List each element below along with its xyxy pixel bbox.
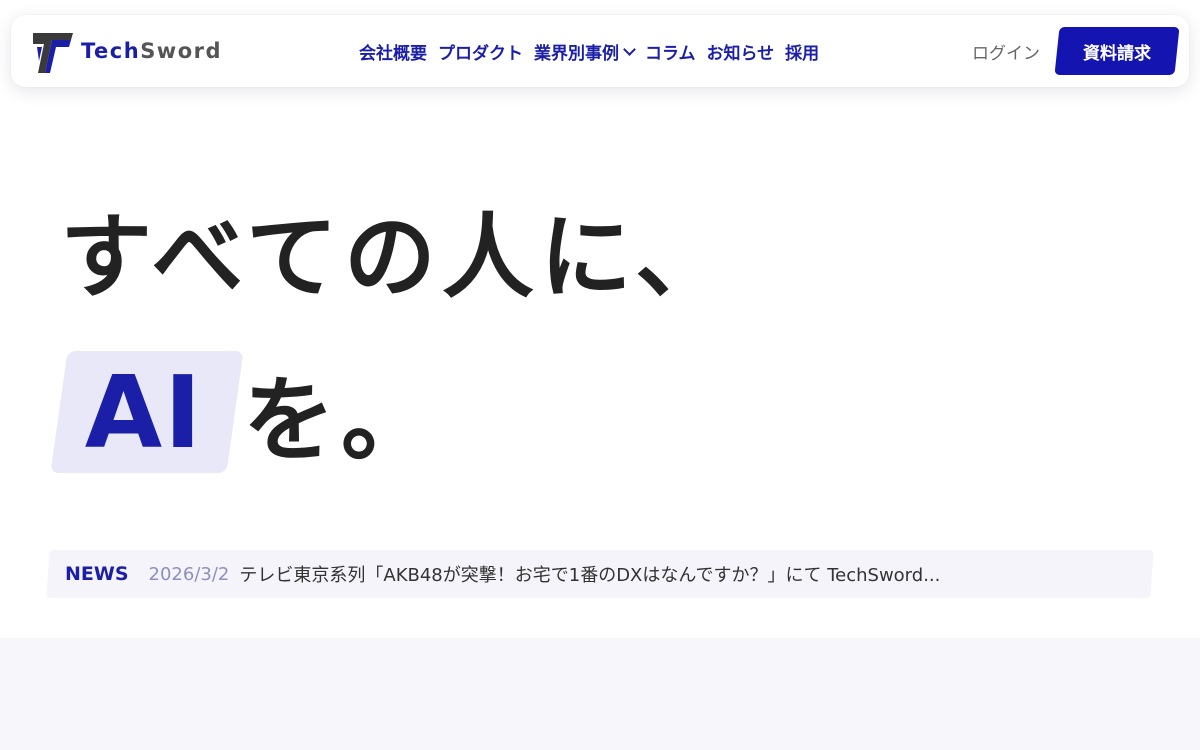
cta-label: 資料請求	[1083, 43, 1151, 64]
nav-item-industry-cases[interactable]: 業界別事例	[534, 39, 636, 64]
nav-item-news[interactable]: お知らせ	[707, 39, 775, 64]
hero-headline-suffix: を。	[243, 366, 440, 474]
logo-wordmark-sword: Sword	[140, 38, 223, 63]
logo-wordmark: TechSword	[81, 38, 223, 63]
site-logo[interactable]: TechSword	[31, 27, 222, 75]
news-item: NEWS 2026/3/2 テレビ東京系列「AKB48が突撃！お宅で1番のDXは…	[65, 550, 1132, 598]
nav-item-label: 業界別事例	[534, 43, 619, 64]
nav-item-column[interactable]: コラム	[645, 39, 696, 64]
request-materials-button[interactable]: 資料請求	[1054, 27, 1180, 75]
hero-highlight: AI	[50, 351, 244, 473]
nav-item-products[interactable]: プロダクト	[438, 39, 523, 64]
news-bar: NEWS 2026/3/2 テレビ東京系列「AKB48が突撃！お宅で1番のDXは…	[46, 550, 1154, 598]
logo-wordmark-tech: Tech	[81, 38, 141, 63]
nav-item-label: プロダクト	[438, 43, 523, 64]
nav-item-recruit[interactable]: 採用	[785, 39, 819, 64]
news-title-link[interactable]: テレビ東京系列「AKB48が突撃！お宅で1番のDXはなんですか？」にて Tech…	[239, 561, 940, 587]
nav-item-label: コラム	[645, 43, 696, 64]
hero-highlight-text: AI	[84, 353, 204, 471]
site-header: TechSword 会社概要 プロダクト 業界別事例 コラム お知らせ 採用 ロ…	[11, 15, 1189, 87]
techsword-logo-icon	[33, 33, 73, 73]
nav-item-label: 会社概要	[359, 43, 427, 64]
news-label: NEWS	[65, 563, 129, 585]
chevron-down-icon	[623, 42, 636, 56]
next-section-band	[0, 638, 1200, 750]
news-date: 2026/3/2	[148, 563, 230, 585]
hero-headline-line2: AI を。	[50, 351, 439, 474]
main-nav: 会社概要 プロダクト 業界別事例 コラム お知らせ 採用	[359, 15, 819, 87]
login-link[interactable]: ログイン	[972, 15, 1040, 87]
nav-item-label: 採用	[785, 43, 820, 64]
nav-item-company[interactable]: 会社概要	[359, 39, 427, 64]
nav-item-label: お知らせ	[706, 43, 775, 64]
hero-headline-line1: すべての人に、	[60, 204, 734, 311]
